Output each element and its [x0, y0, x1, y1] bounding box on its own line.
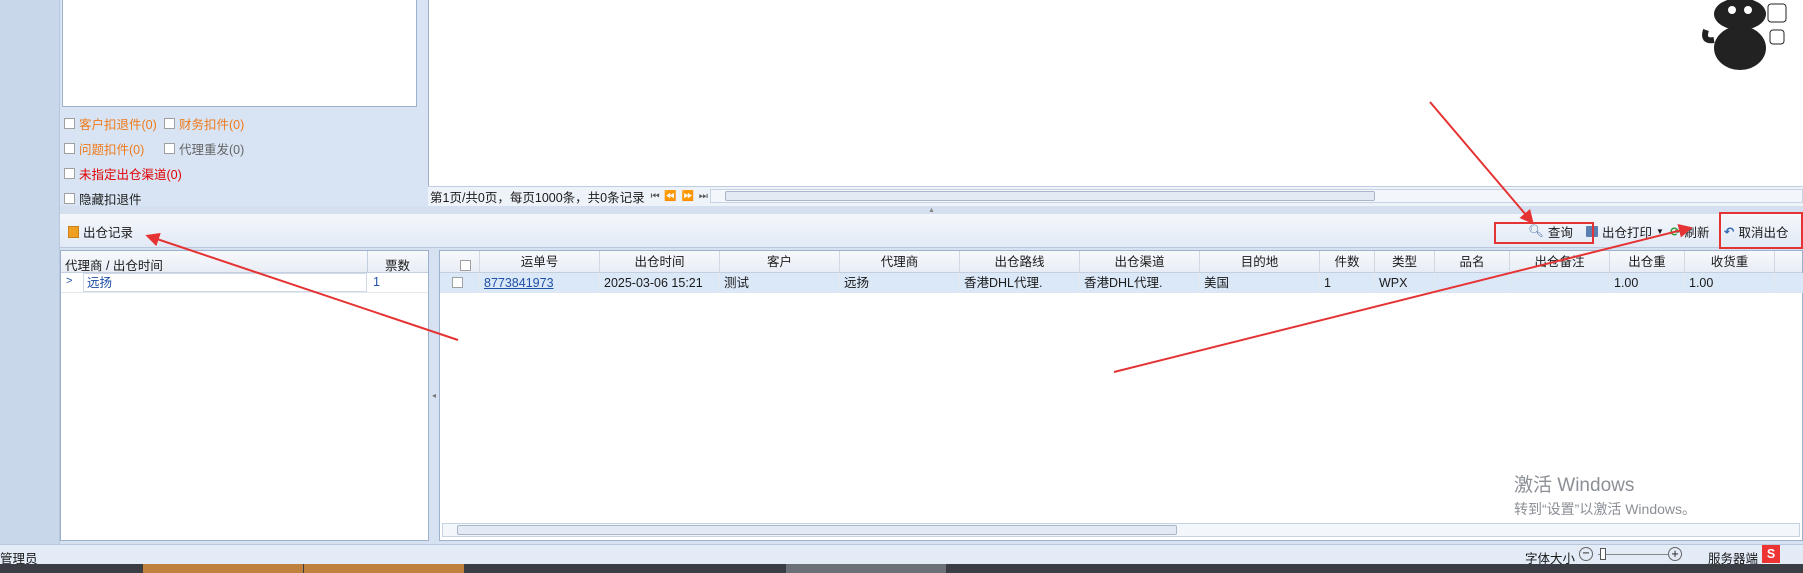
left-strip	[0, 0, 60, 552]
checkbox[interactable]	[64, 143, 75, 154]
slider-handle[interactable]	[1600, 548, 1606, 560]
print-button[interactable]: 出仓打印 ▼	[1586, 222, 1664, 241]
checkbox[interactable]	[164, 118, 175, 129]
channel-cell: 香港DHL代理.	[1080, 273, 1200, 293]
column-header[interactable]: 类型	[1375, 251, 1435, 273]
filter-no-channel[interactable]: 未指定出仓渠道(0)	[64, 164, 182, 183]
customer-cell: 测试	[720, 273, 840, 293]
filter-agent-resend[interactable]: 代理重发(0)	[164, 139, 244, 158]
filter-list-box	[62, 0, 417, 107]
watermark-sub: 转到“设置”以激活 Windows。	[1514, 501, 1697, 517]
taskbar-item[interactable]	[304, 564, 464, 573]
column-header[interactable]: 出仓路线	[960, 251, 1080, 273]
refresh-icon: ⟳	[1670, 225, 1681, 239]
waybill-link[interactable]: 8773841973	[480, 273, 600, 293]
vertical-splitter[interactable]: ◂	[429, 250, 439, 541]
pager-text: 第1页/共0页，每页1000条，共0条记录	[430, 191, 645, 205]
row-select[interactable]	[440, 273, 480, 293]
out-weight-cell: 1.00	[1610, 273, 1685, 293]
expand-icon[interactable]: >	[66, 275, 72, 287]
filter-label: 客户扣退件(0)	[79, 118, 157, 132]
select-all-header[interactable]	[440, 251, 480, 273]
checkbox[interactable]	[64, 118, 75, 129]
column-header[interactable]: 票数	[385, 255, 410, 274]
table-row[interactable]: > 远扬 1	[61, 273, 428, 293]
top-grid	[428, 0, 1803, 186]
filter-problem-hold[interactable]: 问题扣件(0)	[64, 139, 144, 158]
pieces-cell: 1	[1320, 273, 1375, 293]
grid-hscrollbar[interactable]	[442, 523, 1800, 537]
zoom-out-icon[interactable]: −	[1579, 547, 1593, 561]
checkbox[interactable]	[64, 193, 75, 204]
destination-cell: 美国	[1200, 273, 1320, 293]
cancel-highlight-box	[1719, 212, 1803, 249]
column-header[interactable]: 代理商	[840, 251, 960, 273]
scroll-thumb[interactable]	[457, 525, 1177, 535]
product-cell	[1435, 273, 1510, 293]
agent-cell: 远扬	[83, 273, 367, 292]
time-cell: 2025-03-06 15:21	[600, 273, 720, 293]
column-header[interactable]: 件数	[1320, 251, 1375, 273]
watermark-title: 激活 Windows	[1514, 475, 1635, 496]
route-cell: 香港DHL代理.	[960, 273, 1080, 293]
row-checkbox[interactable]	[452, 277, 463, 288]
taskbar-item[interactable]	[143, 564, 303, 573]
column-header[interactable]: 运单号	[480, 251, 600, 273]
checkbox[interactable]	[64, 168, 75, 179]
status-bar: 管理员 字体大小 − + 服务器端 S	[0, 544, 1803, 566]
agent-grid: 代理商 / 出仓时间 票数 > 远扬 1	[60, 250, 429, 541]
recv-weight-cell: 1.00	[1685, 273, 1775, 293]
column-header[interactable]: 出仓时间	[600, 251, 720, 273]
select-all-checkbox[interactable]	[459, 260, 471, 271]
print-label: 出仓打印	[1602, 226, 1653, 240]
column-header[interactable]: 出仓备注	[1510, 251, 1610, 273]
section-title-label: 出仓记录	[83, 226, 134, 240]
zoom-in-icon[interactable]: +	[1668, 547, 1682, 561]
refresh-button[interactable]: ⟳ 刷新	[1670, 222, 1710, 241]
filter-label: 代理重发(0)	[179, 143, 245, 157]
query-highlight-box	[1494, 222, 1594, 244]
top-hscrollbar[interactable]	[710, 189, 1803, 203]
column-header[interactable]: 收货重	[1685, 251, 1775, 273]
type-cell: WPX	[1375, 273, 1435, 293]
horizontal-splitter[interactable]: ▲	[60, 206, 1803, 214]
filter-finance-hold[interactable]: 财务扣件(0)	[164, 114, 244, 133]
ime-icon[interactable]: S	[1762, 545, 1780, 563]
table-row[interactable]: 8773841973 2025-03-06 15:21 测试 远扬 香港DHL代…	[440, 273, 1803, 293]
column-header[interactable]: 出仓重	[1610, 251, 1685, 273]
refresh-label: 刷新	[1684, 226, 1710, 240]
column-header[interactable]: 客户	[720, 251, 840, 273]
agent-grid-header: 代理商 / 出仓时间 票数	[61, 251, 428, 273]
pager-nav-icons[interactable]: ⏮ ⏪ ⏩ ⏭	[651, 191, 709, 202]
column-header[interactable]: 目的地	[1200, 251, 1320, 273]
agent-cell: 远扬	[840, 273, 960, 293]
list-icon	[68, 225, 79, 238]
remark-cell	[1510, 273, 1610, 293]
filter-label: 财务扣件(0)	[179, 118, 245, 132]
column-header[interactable]: 代理商 / 出仓时间	[65, 255, 163, 274]
filter-label: 问题扣件(0)	[79, 143, 145, 157]
windows-watermark: 激活 Windows 转到“设置”以激活 Windows。	[1514, 470, 1696, 519]
section-title: 出仓记录	[68, 222, 133, 241]
scroll-thumb[interactable]	[725, 191, 1375, 201]
taskbar-item[interactable]	[786, 564, 946, 573]
pager-bar: 第1页/共0页，每页1000条，共0条记录 ⏮ ⏪ ⏩ ⏭	[428, 186, 1803, 206]
chevron-down-icon: ▼	[1656, 227, 1664, 236]
checkbox[interactable]	[164, 143, 175, 154]
filter-customer-return[interactable]: 客户扣退件(0)	[64, 114, 157, 133]
column-header[interactable]: 品名	[1435, 251, 1510, 273]
font-size-slider[interactable]	[1598, 554, 1668, 555]
column-header[interactable]: 出仓渠道	[1080, 251, 1200, 273]
cat-mascot-icon	[1702, 0, 1787, 70]
filter-label: 未指定出仓渠道(0)	[79, 168, 182, 182]
count-cell: 1	[373, 275, 380, 289]
grid-header: 运单号 出仓时间 客户 代理商 出仓路线 出仓渠道 目的地 件数 类型 品名 出…	[440, 251, 1802, 273]
